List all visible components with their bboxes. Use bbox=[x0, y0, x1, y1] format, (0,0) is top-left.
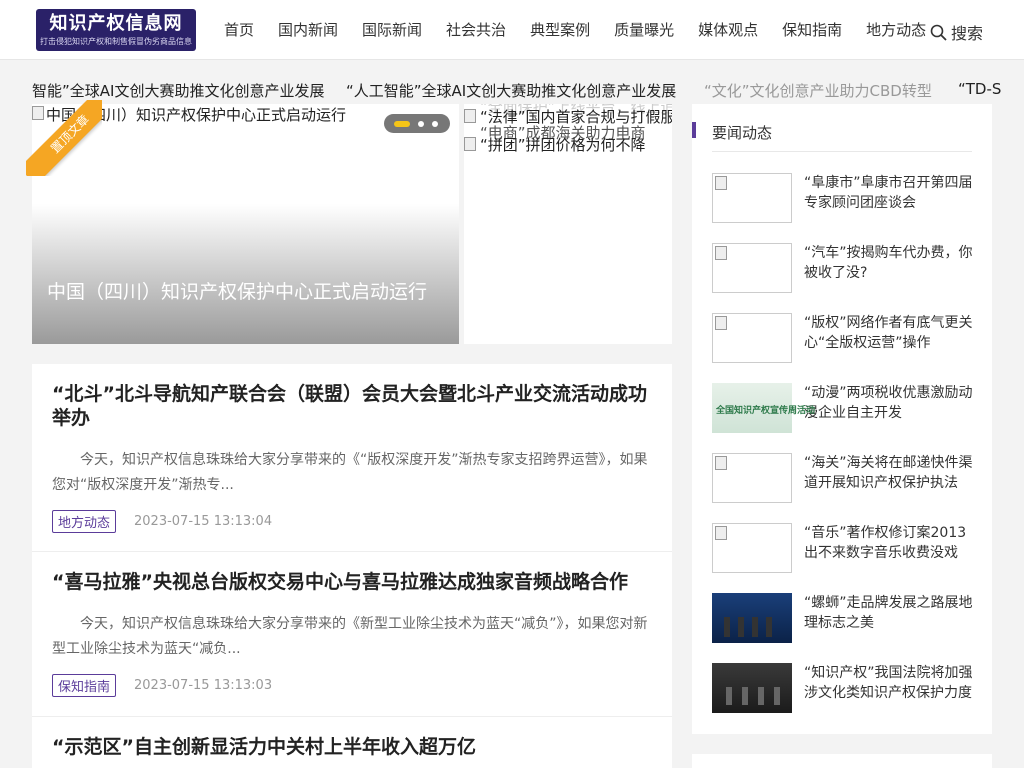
nav-item-society[interactable]: 社会共治 bbox=[436, 0, 516, 60]
article-summary: 今天，知识产权信息珠珠给大家分享带来的《新型工业除尘技术为蓝天“减负”》，如果您… bbox=[52, 616, 648, 657]
article-date: 2023-07-15 13:13:04 bbox=[134, 514, 273, 529]
news-title[interactable]: “版权”网络作者有底气更关心“全版权运营”操作 bbox=[804, 313, 974, 363]
slider-caption[interactable]: 中国（四川）知识产权保护中心正式启动运行 bbox=[47, 280, 447, 304]
broken-image-icon bbox=[715, 246, 727, 260]
nav-item-home[interactable]: 首页 bbox=[214, 0, 264, 60]
thumbnail-text: 全国知识产权宣传周活动 bbox=[716, 406, 816, 416]
search-label: 搜索 bbox=[951, 24, 984, 43]
article-meta: 保知指南 2023-07-15 13:13:03 bbox=[52, 674, 652, 697]
news-thumbnail[interactable] bbox=[712, 173, 792, 223]
sidebar-title: 要闻动态 bbox=[692, 122, 972, 152]
ticker-item[interactable]: 智能”全球AI文创大赛助推文化创意产业发展 bbox=[32, 80, 324, 101]
sidebar-next-panel bbox=[692, 754, 992, 768]
slider-pagination bbox=[384, 114, 450, 133]
news-title[interactable]: “知识产权”我国法院将加强涉文化类知识产权保护力度 bbox=[804, 663, 974, 713]
sidebar-news-item[interactable]: “音乐”著作权修订案2013出不来数字音乐收费没戏 bbox=[712, 523, 974, 573]
magnifier-icon bbox=[930, 24, 947, 41]
ticker-item[interactable]: “文化”文化创意产业助力CBD转型 bbox=[704, 80, 932, 101]
sidebar-news-item[interactable]: “版权”网络作者有底气更关心“全版权运营”操作 bbox=[712, 313, 974, 363]
news-title[interactable]: “海关”海关将在邮递快件渠道开展知识产权保护执法 bbox=[804, 453, 974, 503]
news-thumbnail[interactable] bbox=[712, 243, 792, 293]
news-thumbnail[interactable] bbox=[712, 453, 792, 503]
logo-subtitle: 打击侵犯知识产权和制售假冒伪劣商品信息 bbox=[40, 37, 192, 46]
article-meta: 地方动态 2023-07-15 13:13:04 bbox=[52, 510, 652, 533]
main-nav: 首页 国内新闻 国际新闻 社会共治 典型案例 质量曝光 媒体观点 保知指南 地方… bbox=[214, 0, 940, 60]
article-card[interactable]: “示范区”自主创新显活力中关村上半年收入超万亿 bbox=[32, 717, 672, 768]
news-title[interactable]: “螺蛳”走品牌发展之路展地理标志之美 bbox=[804, 593, 974, 643]
pinned-ribbon-label: 置顶文章 bbox=[26, 100, 102, 176]
news-thumbnail[interactable] bbox=[712, 663, 792, 713]
nav-item-cases[interactable]: 典型案例 bbox=[520, 0, 600, 60]
site-header: 知识产权信息网 打击侵犯知识产权和制售假冒伪劣商品信息 首页 国内新闻 国际新闻… bbox=[0, 0, 1024, 60]
article-title[interactable]: “北斗”北斗导航知产联合会（联盟）会员大会暨北斗产业交流活动成功举办 bbox=[52, 382, 652, 430]
article-title[interactable]: “喜马拉雅”央视总台版权交易中心与喜马拉雅达成独家音频战略合作 bbox=[52, 570, 652, 594]
logo-title: 知识产权信息网 bbox=[49, 13, 183, 34]
pinned-ribbon: 置顶文章 bbox=[26, 100, 102, 176]
article-date: 2023-07-15 13:13:03 bbox=[134, 678, 273, 693]
site-logo[interactable]: 知识产权信息网 打击侵犯知识产权和制售假冒伪劣商品信息 bbox=[36, 9, 196, 51]
news-thumbnail[interactable] bbox=[712, 593, 792, 643]
ticker-item[interactable]: “TD-S bbox=[958, 80, 1001, 98]
nav-item-media[interactable]: 媒体观点 bbox=[688, 0, 768, 60]
article-card[interactable]: “北斗”北斗导航知产联合会（联盟）会员大会暨北斗产业交流活动成功举办 今天，知识… bbox=[32, 364, 672, 552]
nav-item-international[interactable]: 国际新闻 bbox=[352, 0, 432, 60]
nav-item-quality[interactable]: 质量曝光 bbox=[604, 0, 684, 60]
slider-dot[interactable] bbox=[432, 120, 438, 127]
category-tag[interactable]: 保知指南 bbox=[52, 674, 117, 697]
nav-item-local[interactable]: 地方动态 bbox=[856, 0, 936, 60]
news-title[interactable]: “音乐”著作权修订案2013出不来数字音乐收费没戏 bbox=[804, 523, 974, 573]
article-title[interactable]: “示范区”自主创新显活力中关村上半年收入超万亿 bbox=[52, 735, 652, 759]
side-item-label: “拼团”拼团价格为何不降 bbox=[480, 136, 646, 154]
nav-item-guide[interactable]: 保知指南 bbox=[772, 0, 852, 60]
sidebar-news-item[interactable]: “阜康市”阜康市召开第四届专家顾问团座谈会 bbox=[712, 173, 974, 223]
broken-image-icon bbox=[715, 526, 727, 540]
article-summary: 今天，知识产权信息珠珠给大家分享带来的《“版权深度开发”渐热专家支招跨界运营》，… bbox=[52, 452, 648, 493]
slider-gradient bbox=[32, 204, 459, 344]
sidebar-news-item[interactable]: “螺蛳”走品牌发展之路展地理标志之美 bbox=[712, 593, 974, 643]
broken-image-icon bbox=[464, 109, 476, 123]
search-button[interactable]: 搜索 bbox=[930, 20, 983, 44]
broken-image-icon bbox=[715, 176, 727, 190]
news-thumbnail[interactable] bbox=[712, 523, 792, 573]
slider-dot[interactable] bbox=[418, 120, 424, 127]
news-ticker: 智能”全球AI文创大赛助推文化创意产业发展 “人工智能”全球AI文创大赛助推文化… bbox=[32, 76, 1024, 104]
slider-dot-active[interactable] bbox=[394, 120, 410, 127]
broken-image-icon bbox=[715, 456, 727, 470]
sidebar-news-item[interactable]: 全国知识产权宣传周活动 “动漫”两项税收优惠激励动漫企业自主开发 bbox=[712, 383, 974, 433]
news-title[interactable]: “汽车”按揭购车代办费，你被收了没? bbox=[804, 243, 974, 293]
side-item[interactable]: “拼团”拼团价格为何不降 bbox=[464, 134, 646, 155]
news-sidebar: 要闻动态 “阜康市”阜康市召开第四届专家顾问团座谈会 “汽车”按揭购车代办费，你… bbox=[692, 104, 992, 734]
nav-item-domestic[interactable]: 国内新闻 bbox=[268, 0, 348, 60]
broken-image-icon bbox=[464, 137, 476, 151]
sidebar-news-item[interactable]: “海关”海关将在邮递快件渠道开展知识产权保护执法 bbox=[712, 453, 974, 503]
news-title[interactable]: “阜康市”阜康市召开第四届专家顾问团座谈会 bbox=[804, 173, 974, 223]
broken-image-icon bbox=[715, 316, 727, 330]
article-card[interactable]: “喜马拉雅”央视总台版权交易中心与喜马拉雅达成独家音频战略合作 今天，知识产权信… bbox=[32, 552, 672, 717]
sidebar-news-item[interactable]: “汽车”按揭购车代办费，你被收了没? bbox=[712, 243, 974, 293]
news-title[interactable]: “动漫”两项税收优惠激励动漫企业自主开发 bbox=[804, 383, 974, 433]
news-thumbnail[interactable] bbox=[712, 313, 792, 363]
featured-side-list: “全面保护”上线平台，线上追踪假冒 “法律”国内首家合规与打假服务平台 “电商”… bbox=[464, 104, 672, 344]
ticker-item[interactable]: “人工智能”全球AI文创大赛助推文化创意产业发展 bbox=[346, 80, 676, 101]
article-list: “北斗”北斗导航知产联合会（联盟）会员大会暨北斗产业交流活动成功举办 今天，知识… bbox=[32, 364, 672, 768]
category-tag[interactable]: 地方动态 bbox=[52, 510, 117, 533]
sidebar-news-item[interactable]: “知识产权”我国法院将加强涉文化类知识产权保护力度 bbox=[712, 663, 974, 713]
news-thumbnail[interactable]: 全国知识产权宣传周活动 bbox=[712, 383, 815, 433]
